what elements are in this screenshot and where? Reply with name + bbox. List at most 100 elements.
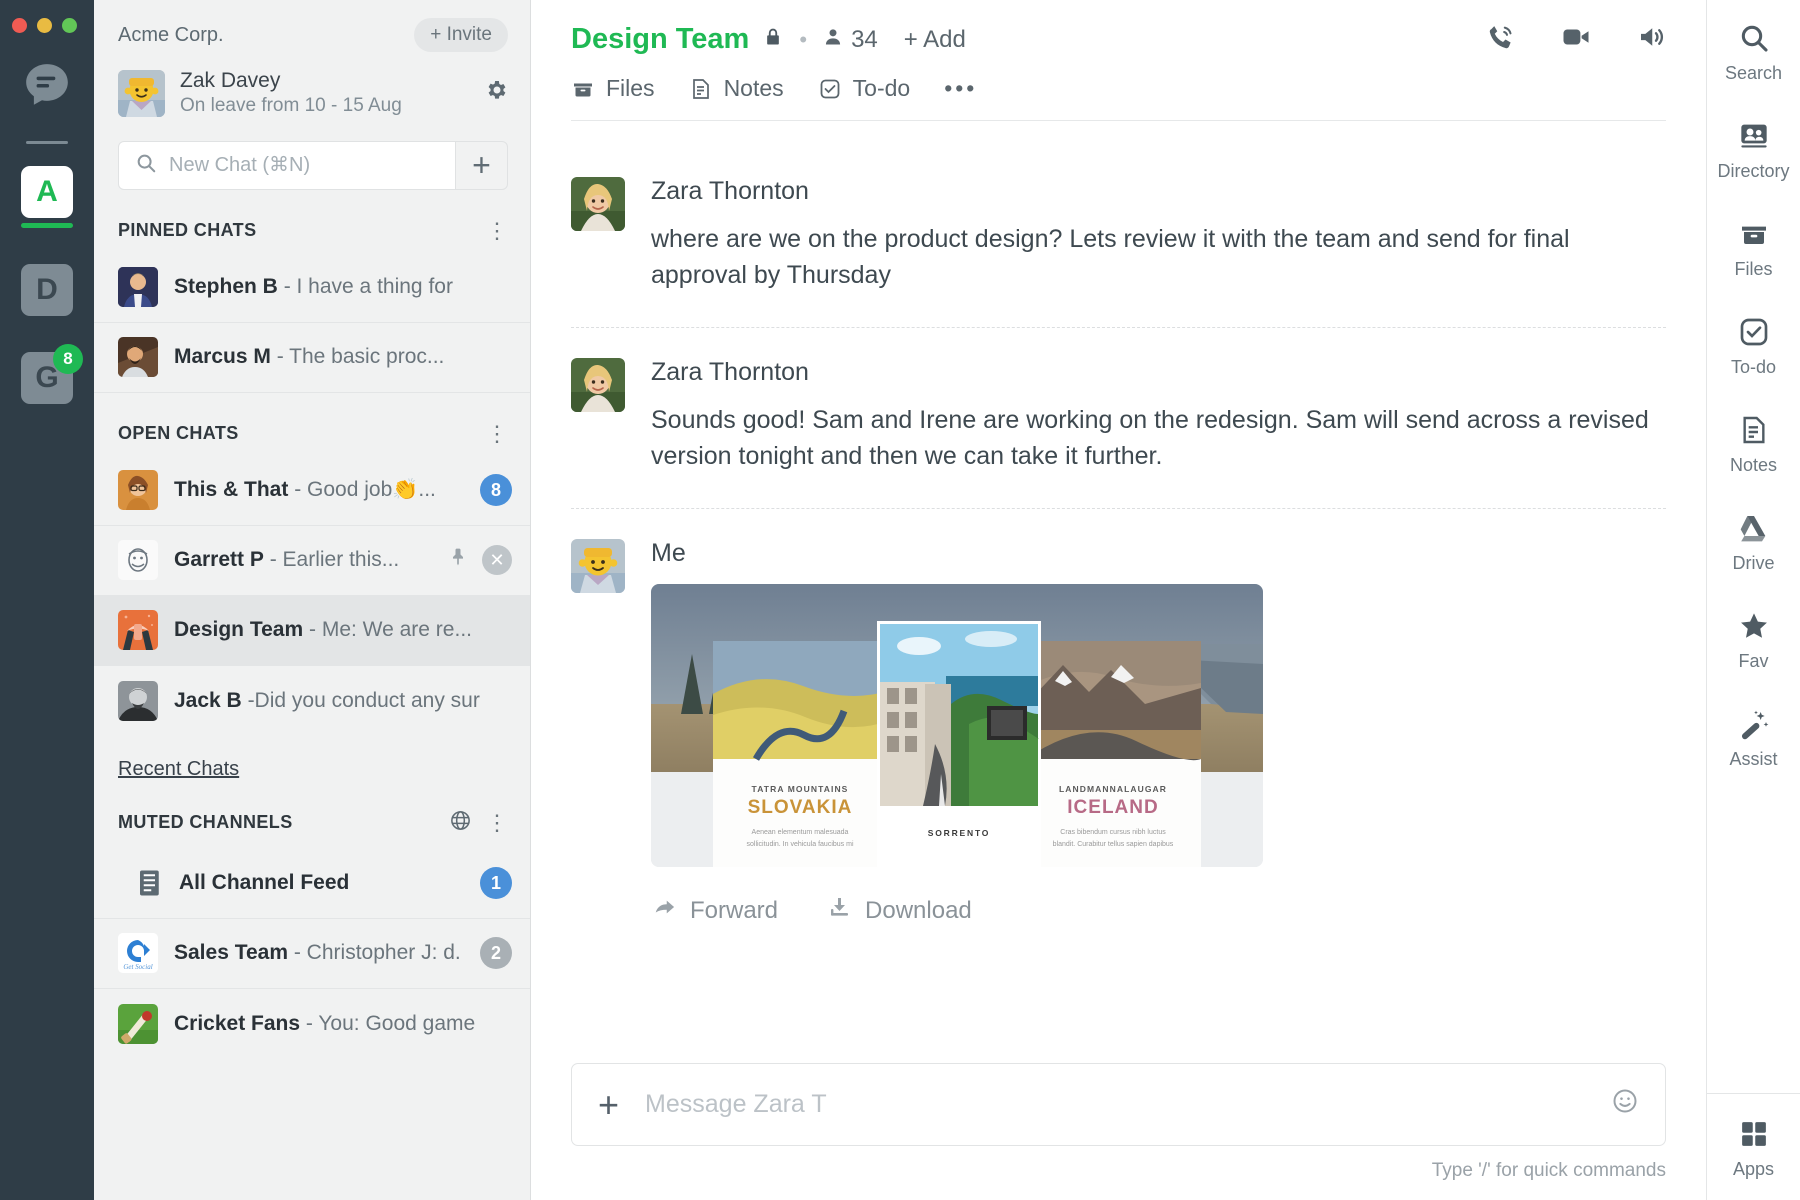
close-window-button[interactable] bbox=[12, 18, 27, 33]
tab-notes[interactable]: Notes bbox=[689, 75, 784, 102]
rail-item-drive[interactable]: Drive bbox=[1707, 510, 1800, 574]
workspace-d-tile[interactable]: D bbox=[21, 264, 73, 316]
rail-label: Assist bbox=[1729, 749, 1777, 770]
rail-label: Drive bbox=[1732, 553, 1774, 574]
search-box[interactable] bbox=[118, 141, 456, 190]
video-camera-icon[interactable] bbox=[1560, 22, 1592, 57]
chat-row-all-channel-feed[interactable]: All Channel Feed 1 bbox=[94, 849, 530, 919]
message-body: Zara Thornton where are we on the produc… bbox=[651, 177, 1666, 293]
chat-name: This & That bbox=[174, 478, 288, 501]
right-tools-rail: Search Directory Files bbox=[1706, 0, 1800, 1200]
gear-icon[interactable] bbox=[484, 78, 508, 109]
pinned-chats-header: PINNED CHATS ⋮ bbox=[94, 190, 530, 253]
chat-row-cricket-fans[interactable]: Cricket Fans - You: Good game bbox=[94, 989, 530, 1059]
globe-icon[interactable] bbox=[449, 809, 472, 837]
rail-item-files[interactable]: Files bbox=[1707, 216, 1800, 280]
drive-triangle-icon bbox=[1738, 510, 1770, 546]
rail-label: Search bbox=[1725, 63, 1782, 84]
chat-text: This & That - Good job👏... bbox=[174, 478, 472, 502]
kebab-icon[interactable]: ⋮ bbox=[486, 427, 508, 440]
chat-row-stephen-b[interactable]: Stephen B - I have a thing for bbox=[94, 253, 530, 323]
workspace-g[interactable]: G 8 bbox=[21, 352, 73, 404]
star-icon bbox=[1738, 608, 1770, 644]
muted-channels-actions: ⋮ bbox=[449, 809, 508, 837]
maximize-window-button[interactable] bbox=[62, 18, 77, 33]
workspace-d[interactable]: D bbox=[21, 264, 73, 316]
notes-page-icon bbox=[1738, 412, 1770, 448]
chat-row-sales-team[interactable]: Get Social Sales Team - Christopher J: d… bbox=[94, 919, 530, 989]
avatar bbox=[118, 337, 158, 377]
avatar bbox=[134, 867, 166, 899]
message-image-attachment[interactable]: TATRA MOUNTAINS SLOVAKIA Aenean elementu… bbox=[651, 584, 1263, 867]
muted-channels-title: MUTED CHANNELS bbox=[118, 812, 293, 833]
chat-name: Jack B bbox=[174, 689, 242, 712]
smiley-icon[interactable] bbox=[1611, 1087, 1639, 1122]
kebab-icon[interactable]: ⋮ bbox=[486, 816, 508, 829]
message-composer[interactable]: + bbox=[571, 1063, 1666, 1146]
chat-name: Sales Team bbox=[174, 941, 288, 964]
chat-row-this-and-that[interactable]: This & That - Good job👏... 8 bbox=[94, 456, 530, 526]
speaker-icon[interactable] bbox=[1636, 22, 1666, 57]
chat-text: Sales Team - Christopher J: d. bbox=[174, 941, 472, 965]
open-chats-header: OPEN CHATS ⋮ bbox=[94, 393, 530, 456]
chat-logo-icon bbox=[19, 57, 75, 113]
chat-row-marcus-m[interactable]: Marcus M - The basic proc... bbox=[94, 323, 530, 393]
svg-text:blandit. Curabitur tellus sapi: blandit. Curabitur tellus sapien dapibus bbox=[1053, 841, 1174, 848]
chat-text: All Channel Feed bbox=[179, 871, 472, 895]
chat-preview: - Good job👏... bbox=[294, 478, 436, 501]
phone-call-icon[interactable] bbox=[1486, 22, 1516, 57]
svg-text:TATRA MOUNTAINS: TATRA MOUNTAINS bbox=[752, 784, 849, 794]
add-member-button[interactable]: + Add bbox=[904, 26, 966, 54]
attach-plus-icon[interactable]: + bbox=[598, 1087, 619, 1123]
message-sender: Zara Thornton bbox=[651, 358, 1666, 387]
message-input[interactable] bbox=[645, 1090, 1611, 1119]
minimize-window-button[interactable] bbox=[37, 18, 52, 33]
new-chat-plus-icon[interactable]: + bbox=[456, 141, 508, 190]
recent-chats-link[interactable]: Recent Chats bbox=[94, 736, 263, 785]
muted-channels-header: MUTED CHANNELS ⋮ bbox=[94, 785, 530, 849]
pin-icon[interactable] bbox=[448, 546, 468, 574]
rail-item-todo[interactable]: To-do bbox=[1707, 314, 1800, 378]
avatar bbox=[118, 470, 158, 510]
chat-name: Design Team bbox=[174, 618, 303, 641]
rail-item-search[interactable]: Search bbox=[1707, 20, 1800, 84]
workspace-a-tile[interactable]: A bbox=[21, 166, 73, 218]
chat-row-right: 2 bbox=[480, 937, 512, 969]
message-body: Me bbox=[651, 539, 1666, 926]
workspace-a[interactable]: A bbox=[21, 166, 73, 228]
rail-item-assist[interactable]: Assist bbox=[1707, 706, 1800, 770]
svg-text:Cras bibendum cursus nibh luct: Cras bibendum cursus nibh luctus bbox=[1060, 829, 1166, 836]
rail-item-fav[interactable]: Fav bbox=[1707, 608, 1800, 672]
forward-button[interactable]: Forward bbox=[651, 895, 778, 926]
kebab-icon[interactable]: ⋮ bbox=[486, 224, 508, 237]
message-sender: Me bbox=[651, 539, 1666, 568]
message-item: Me bbox=[571, 539, 1666, 960]
tab-more[interactable]: ••• bbox=[944, 75, 977, 102]
invite-button[interactable]: + Invite bbox=[414, 18, 508, 52]
current-user-avatar bbox=[118, 70, 165, 117]
current-user-row[interactable]: Zak Davey On leave from 10 - 15 Aug bbox=[118, 68, 508, 119]
search-input[interactable] bbox=[169, 154, 439, 177]
chat-row-design-team[interactable]: Design Team - Me: We are re... bbox=[94, 596, 530, 666]
tab-files[interactable]: Files bbox=[571, 75, 655, 102]
rail-label: Files bbox=[1734, 259, 1772, 280]
pinned-chats-actions: ⋮ bbox=[486, 224, 508, 237]
close-icon[interactable]: ✕ bbox=[482, 545, 512, 575]
rail-item-notes[interactable]: Notes bbox=[1707, 412, 1800, 476]
chat-row-garrett-p[interactable]: Garrett P - Earlier this... ✕ bbox=[94, 526, 530, 596]
main-panel: Design Team • 34 + Add bbox=[531, 0, 1706, 1200]
rail-item-directory[interactable]: Directory bbox=[1707, 118, 1800, 182]
chat-name: Garrett P bbox=[174, 548, 264, 571]
attachment-actions: Forward Download bbox=[651, 895, 1666, 926]
rail-item-apps[interactable]: Apps bbox=[1707, 1116, 1800, 1180]
checkbox-icon bbox=[1738, 314, 1770, 350]
chat-text: Stephen B - I have a thing for bbox=[174, 275, 512, 299]
svg-text:SLOVAKIA: SLOVAKIA bbox=[748, 797, 853, 818]
chat-preview: - Christopher J: d. bbox=[294, 941, 461, 964]
avatar: Get Social bbox=[118, 933, 158, 973]
chat-preview: - I have a thing for bbox=[284, 275, 453, 298]
chat-row-jack-b[interactable]: Jack B -Did you conduct any sur bbox=[94, 666, 530, 736]
tab-todo[interactable]: To-do bbox=[818, 75, 911, 102]
download-button[interactable]: Download bbox=[826, 895, 972, 926]
message-list: Zara Thornton where are we on the produc… bbox=[531, 121, 1706, 1063]
